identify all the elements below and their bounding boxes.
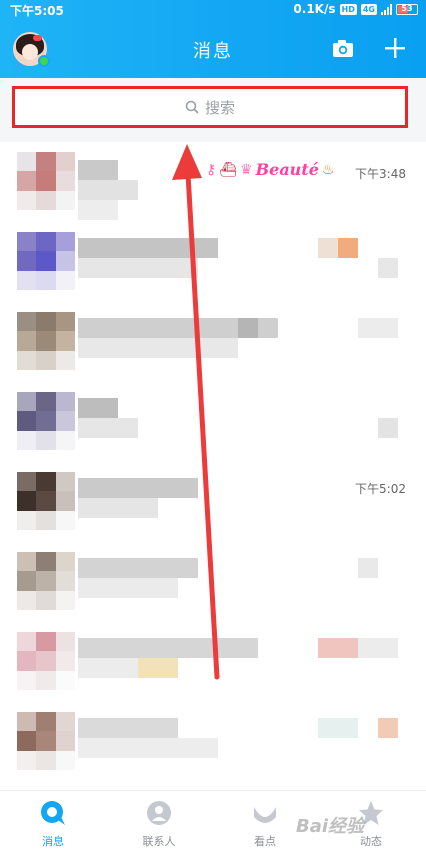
conversation-avatar: [17, 312, 75, 370]
page-title: 消息: [193, 41, 233, 62]
message-bubble-icon: [41, 801, 65, 825]
signal-icon: [381, 3, 392, 15]
watermark: Bai经验: [296, 816, 365, 837]
conversation-avatar: [17, 552, 75, 610]
flame-icon: ♨: [321, 161, 335, 178]
conversation-avatar: [17, 472, 75, 530]
search-input[interactable]: 搜索: [12, 86, 408, 128]
conversation-avatar: [17, 392, 75, 450]
conversation-avatar: [17, 632, 75, 690]
feed-icon: [254, 807, 276, 823]
annotation-arrow-icon: [172, 144, 220, 680]
plus-icon[interactable]: [384, 37, 406, 59]
camera-icon[interactable]: [332, 38, 354, 58]
battery-icon: 53: [396, 3, 418, 15]
status-indicators: 0.1K/s HD 4G 53: [293, 2, 418, 16]
status-time: 下午5:05: [10, 4, 64, 18]
beaute-text: Beauté: [255, 160, 319, 179]
hd-badge: HD: [339, 3, 357, 15]
tab-messages[interactable]: 消息: [0, 791, 106, 856]
search-icon: [185, 100, 199, 114]
search-bar: 搜索: [0, 78, 426, 142]
conversation-row[interactable]: [0, 702, 426, 782]
contacts-icon: [147, 801, 171, 825]
app-header: 下午5:05 0.1K/s HD 4G 53 消息: [0, 0, 426, 78]
status-bar: 下午5:05 0.1K/s HD 4G 53: [0, 0, 426, 20]
conversation-time: 下午5:02: [355, 482, 406, 496]
conversation-avatar: [17, 152, 75, 210]
conversation-avatar: [17, 232, 75, 290]
search-placeholder: 搜索: [204, 98, 235, 117]
tab-label: 消息: [42, 835, 64, 848]
tab-contacts[interactable]: 联系人: [106, 791, 212, 856]
tab-label: 联系人: [142, 835, 176, 848]
net-speed: 0.1K/s: [293, 2, 336, 16]
crown-icon: ♛: [240, 161, 253, 178]
network-type: 4G: [360, 3, 377, 15]
conversation-time: 下午3:48: [355, 167, 406, 181]
conversation-avatar: [17, 712, 75, 770]
